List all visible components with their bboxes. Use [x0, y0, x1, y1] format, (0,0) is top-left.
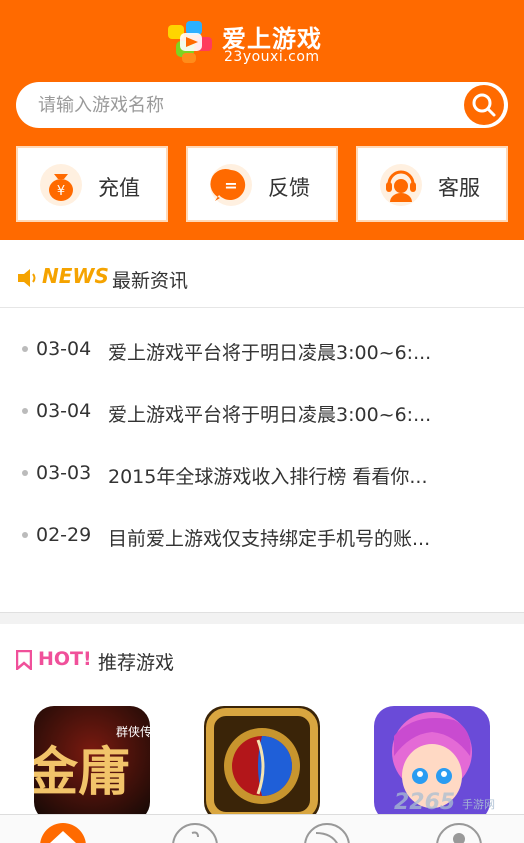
news-item[interactable]: 03-03 2015年全球游戏收入排行榜 看看你...: [0, 440, 524, 504]
speaker-icon: [18, 269, 36, 287]
jinyong-art-main: 金庸: [34, 742, 130, 803]
chat-bubble-glyph: =: [224, 176, 237, 195]
news-section-title: 最新资讯: [112, 270, 189, 292]
bullet-icon: [22, 532, 28, 538]
news-item[interactable]: 03-04 爱上游戏平台将于明日凌晨3:00~6:...: [0, 378, 524, 442]
news-date: 03-04: [36, 338, 92, 360]
app-header: 爱上游戏 23youxi.com ¥ 充值 = 反馈: [0, 0, 524, 240]
jinyong-art-icon: 金庸 群侠传: [34, 706, 150, 822]
orb-art-icon: [204, 706, 320, 822]
news-date: 03-03: [36, 462, 92, 484]
tab-games[interactable]: [172, 823, 218, 843]
feedback-label: 反馈: [268, 176, 310, 200]
news-date: 03-04: [36, 400, 92, 422]
hot-badge: HOT!: [38, 648, 92, 670]
hot-section-title: 推荐游戏: [98, 652, 175, 674]
rss-icon: [315, 832, 338, 843]
search-input[interactable]: [38, 90, 458, 120]
news-item[interactable]: 02-29 目前爱上游戏仅支持绑定手机号的账...: [0, 502, 524, 566]
customer-service-button[interactable]: 客服: [356, 146, 508, 222]
game-icon-jinyong[interactable]: 金庸 群侠传: [34, 706, 150, 822]
app-logo[interactable]: 爱上游戏 23youxi.com: [166, 15, 336, 71]
tab-feed[interactable]: [304, 823, 350, 843]
recharge-button[interactable]: ¥ 充值: [16, 146, 168, 222]
headset-icon: [380, 164, 422, 206]
news-headline: 爱上游戏平台将于明日凌晨3:00~6:...: [108, 404, 432, 426]
chat-bubble-icon: =: [210, 164, 252, 206]
user-icon: [453, 833, 465, 843]
money-bag-glyph: ¥: [57, 184, 65, 199]
money-bag-icon: ¥: [40, 164, 82, 206]
news-item[interactable]: 03-04 爱上游戏平台将于明日凌晨3:00~6:...: [0, 316, 524, 380]
jinyong-art-side: 群侠传: [116, 724, 150, 739]
news-headline: 2015年全球游戏收入排行榜 看看你...: [108, 466, 428, 488]
bullet-icon: [22, 346, 28, 352]
section-divider: [0, 612, 524, 624]
news-headline: 目前爱上游戏仅支持绑定手机号的账...: [108, 528, 431, 550]
gamepad-icon: [191, 831, 199, 838]
hot-section-header: HOT! 推荐游戏: [0, 636, 524, 682]
recharge-label: 充值: [98, 176, 140, 200]
watermark-text: 手游网: [462, 798, 495, 811]
news-section-header: NEWS 最新资讯: [0, 248, 524, 308]
bullet-icon: [22, 470, 28, 476]
news-headline: 爱上游戏平台将于明日凌晨3:00~6:...: [108, 342, 432, 364]
search-icon: [472, 93, 496, 117]
search-button[interactable]: [464, 85, 504, 125]
home-icon: [50, 831, 76, 843]
game-icon-orb[interactable]: [204, 706, 320, 822]
logo-mark-icon: [168, 21, 212, 63]
news-badge: NEWS: [42, 264, 109, 288]
bookmark-icon: [16, 650, 32, 670]
watermark-logo: 2265: [394, 790, 456, 815]
news-date: 02-29: [36, 524, 92, 546]
bottom-tab-bar: [0, 814, 524, 843]
feedback-button[interactable]: = 反馈: [186, 146, 338, 222]
bullet-icon: [22, 408, 28, 414]
customer-service-label: 客服: [438, 176, 480, 200]
search-bar: [16, 82, 508, 128]
tab-home[interactable]: [40, 823, 86, 843]
app-domain: 23youxi.com: [224, 49, 320, 65]
tab-profile[interactable]: [436, 823, 482, 843]
